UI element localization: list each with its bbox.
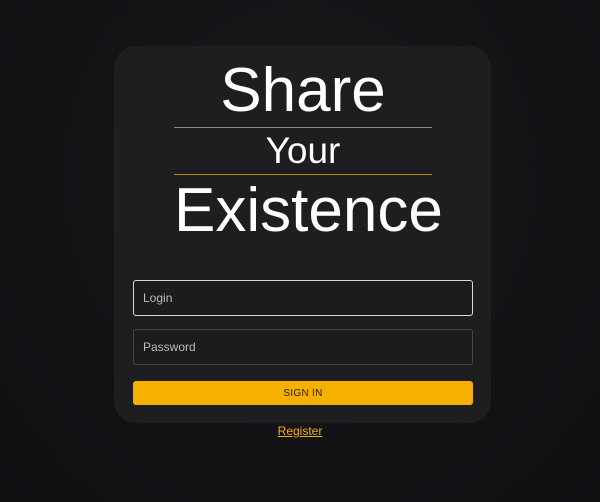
brand-divider-top xyxy=(174,127,432,128)
password-input[interactable] xyxy=(133,329,473,365)
brand-title-share: Share xyxy=(220,56,386,125)
brand-title-your: Your xyxy=(265,130,341,171)
login-card: Share Your Existence SIGN IN xyxy=(114,46,491,423)
login-input[interactable] xyxy=(133,280,473,316)
login-page: Share Your Existence SIGN IN Register xyxy=(0,0,600,502)
register-row: Register xyxy=(0,424,600,438)
sign-in-button[interactable]: SIGN IN xyxy=(133,381,473,405)
brand-divider-accent xyxy=(174,174,432,175)
register-link[interactable]: Register xyxy=(278,424,323,438)
brand-title-existence: Existence xyxy=(174,176,443,245)
